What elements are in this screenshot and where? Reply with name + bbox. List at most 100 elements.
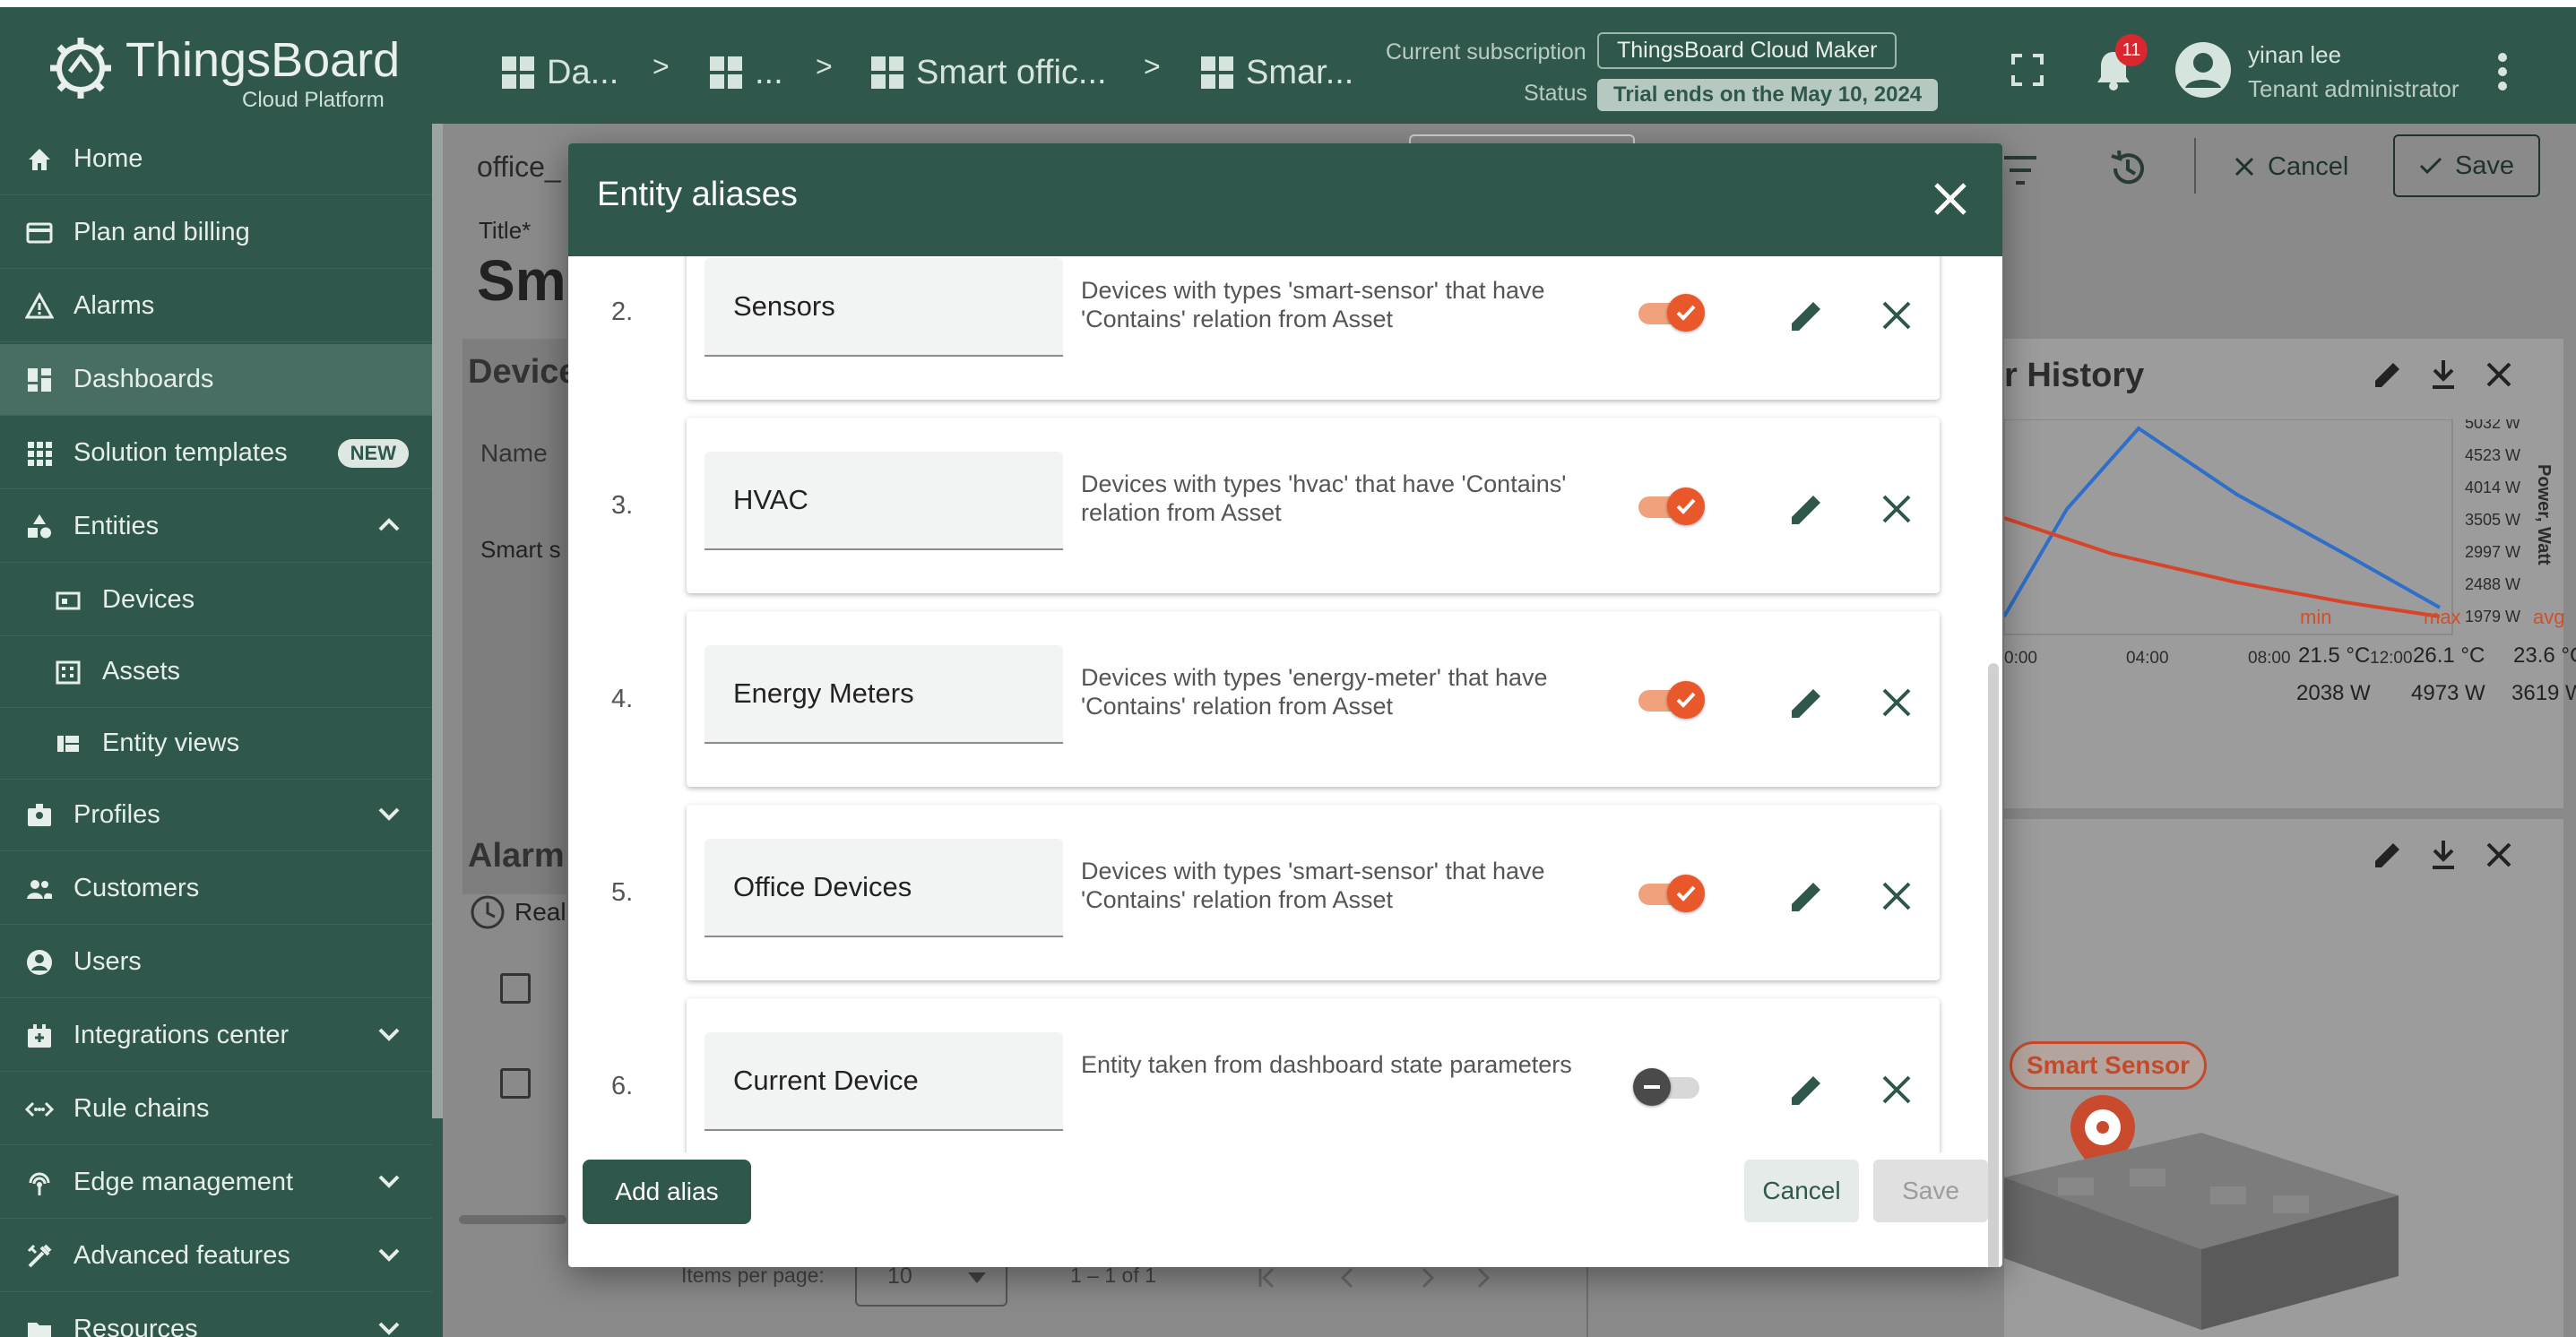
- edit-icon[interactable]: [2372, 839, 2404, 871]
- alias-name-field[interactable]: Energy Meters: [705, 645, 1063, 744]
- resolve-multiple-toggle[interactable]: [1637, 875, 1705, 912]
- sidebar-item-entity-views[interactable]: Entity views: [0, 708, 432, 780]
- sidebar-item-dashboards[interactable]: Dashboards: [0, 344, 432, 416]
- history-icon[interactable]: [2108, 149, 2148, 188]
- logo[interactable]: ThingsBoard Cloud Platform: [43, 27, 402, 116]
- minus-icon: [1644, 1085, 1660, 1089]
- y-tick-label: 2997 W: [2465, 543, 2520, 561]
- close-icon[interactable]: [2486, 842, 2511, 867]
- sidebar-item-rule-chains[interactable]: Rule chains: [0, 1074, 432, 1145]
- new-badge: NEW: [337, 439, 409, 468]
- subscription-plan[interactable]: ThingsBoard Cloud Maker: [1597, 32, 1897, 69]
- select-all-checkbox[interactable]: [500, 973, 531, 1004]
- more-vert-icon[interactable]: [2492, 52, 2513, 91]
- sidebar-item-entities[interactable]: Entities: [0, 491, 432, 563]
- realtime-selector[interactable]: Real: [470, 894, 566, 930]
- sidebar-item-label: Resources: [73, 1315, 198, 1337]
- alarm-icon: [23, 290, 56, 323]
- resolve-multiple-toggle[interactable]: [1637, 487, 1705, 525]
- download-icon[interactable]: [2429, 839, 2458, 871]
- edit-icon[interactable]: [2372, 358, 2404, 391]
- delete-icon[interactable]: [1879, 491, 1915, 527]
- row-checkbox[interactable]: [500, 1068, 531, 1099]
- edit-icon[interactable]: [1787, 296, 1827, 335]
- history-chart-title: r History: [2004, 357, 2145, 394]
- alias-name-field[interactable]: Office Devices: [705, 839, 1063, 937]
- chevron-up-icon[interactable]: [376, 513, 402, 538]
- app-root: ThingsBoard Cloud Platform Da... > ... >…: [0, 0, 2576, 1337]
- devices-widget: [462, 339, 566, 894]
- pagination-controls[interactable]: [1257, 1267, 1490, 1289]
- alias-name-field[interactable]: HVAC: [705, 452, 1063, 550]
- sidebar-item-label: Edge management: [73, 1168, 294, 1196]
- chevron-down-icon[interactable]: [376, 1169, 402, 1194]
- sidebar-item-assets[interactable]: Assets: [0, 636, 432, 708]
- chevron-down-icon[interactable]: [376, 1242, 402, 1267]
- alias-name-field[interactable]: Sensors: [705, 258, 1063, 357]
- stat-avg-label: avg: [2533, 606, 2565, 628]
- breadcrumb-item-4[interactable]: Smar...: [1201, 48, 1353, 97]
- breadcrumb-item-3[interactable]: Smart offic...: [871, 48, 1107, 97]
- edit-icon[interactable]: [1787, 876, 1827, 916]
- sidebar-item-plan-and-billing[interactable]: Plan and billing: [0, 197, 432, 269]
- sidebar-item-label: Users: [73, 947, 142, 976]
- dropdown-arrow-icon: [968, 1272, 986, 1283]
- sidebar-scrollbar[interactable]: [432, 124, 443, 1118]
- breadcrumb-item-1[interactable]: Da...: [502, 48, 618, 97]
- alias-row: 3. HVAC Devices with types 'hvac' that h…: [568, 418, 1967, 597]
- sidebar-item-alarms[interactable]: Alarms: [0, 271, 432, 342]
- save-button[interactable]: Save: [1873, 1160, 1988, 1222]
- add-alias-button[interactable]: Add alias: [583, 1160, 751, 1224]
- cancel-button[interactable]: Cancel: [1744, 1160, 1859, 1222]
- edit-icon[interactable]: [1787, 1070, 1827, 1109]
- resolve-multiple-toggle[interactable]: [1637, 681, 1705, 719]
- alarms-widget-title: Alarm: [468, 837, 565, 875]
- delete-icon[interactable]: [1879, 878, 1915, 914]
- alias-name-field[interactable]: Current Device: [705, 1032, 1063, 1131]
- download-icon[interactable]: [2429, 358, 2458, 391]
- sidebar-item-customers[interactable]: Customers: [0, 853, 432, 925]
- close-icon[interactable]: [2486, 362, 2511, 387]
- alias-description: Devices with types 'smart-sensor' that h…: [1081, 277, 1545, 332]
- resolve-multiple-toggle[interactable]: [1633, 1068, 1701, 1106]
- breadcrumb-label: ...: [755, 53, 783, 91]
- sidebar-item-advanced-features[interactable]: Advanced features: [0, 1221, 432, 1292]
- billing-icon: [23, 217, 56, 249]
- sidebar-item-label: Rule chains: [73, 1094, 210, 1123]
- sidebar-item-home[interactable]: Home: [0, 124, 432, 195]
- close-icon[interactable]: [1931, 179, 1970, 219]
- filter-icon[interactable]: [2002, 154, 2038, 186]
- delete-icon[interactable]: [1879, 685, 1915, 720]
- edit-icon[interactable]: [1787, 683, 1827, 722]
- resolve-multiple-toggle[interactable]: [1637, 294, 1705, 332]
- chevron-down-icon[interactable]: [376, 1022, 402, 1047]
- toolbar-divider: [2194, 138, 2196, 194]
- sidebar-item-solution-templates[interactable]: Solution templates NEW: [0, 418, 432, 489]
- delete-icon[interactable]: [1879, 1072, 1915, 1108]
- toolbar-save-button[interactable]: Save: [2393, 134, 2540, 197]
- chevron-down-icon[interactable]: [376, 801, 402, 826]
- alias-row: 2. Sensors Devices with types 'smart-sen…: [568, 256, 1967, 403]
- profiles-icon: [23, 799, 56, 832]
- toolbar-cancel-button[interactable]: Cancel: [2234, 140, 2348, 194]
- sidebar-item-integrations-center[interactable]: Integrations center: [0, 1000, 432, 1072]
- chevron-down-icon[interactable]: [376, 1315, 402, 1337]
- alias-description: Devices with types 'energy-meter' that h…: [1081, 664, 1548, 720]
- table-scrollbar[interactable]: [459, 1215, 566, 1224]
- breadcrumb-item-2[interactable]: ...: [710, 48, 783, 97]
- x-tick-label: 08:00: [2248, 649, 2291, 668]
- sidebar-item-users[interactable]: Users: [0, 927, 432, 998]
- edit-icon[interactable]: [1787, 489, 1827, 529]
- sidebar-item-profiles[interactable]: Profiles: [0, 780, 432, 851]
- user-avatar[interactable]: [2174, 41, 2232, 99]
- stat-avg-power: 3619 W: [2511, 681, 2576, 705]
- sidebar-item-devices[interactable]: Devices: [0, 565, 432, 636]
- alias-name: HVAC: [733, 484, 808, 515]
- delete-icon[interactable]: [1879, 298, 1915, 333]
- sidebar-item-resources[interactable]: Resources: [0, 1294, 432, 1337]
- check-icon: [1676, 498, 1696, 514]
- sidebar-item-label: Home: [73, 144, 143, 173]
- user-role: Tenant administrator: [2248, 75, 2459, 102]
- sidebar-item-edge-management[interactable]: Edge management: [0, 1147, 432, 1219]
- fullscreen-icon[interactable]: [2010, 52, 2045, 88]
